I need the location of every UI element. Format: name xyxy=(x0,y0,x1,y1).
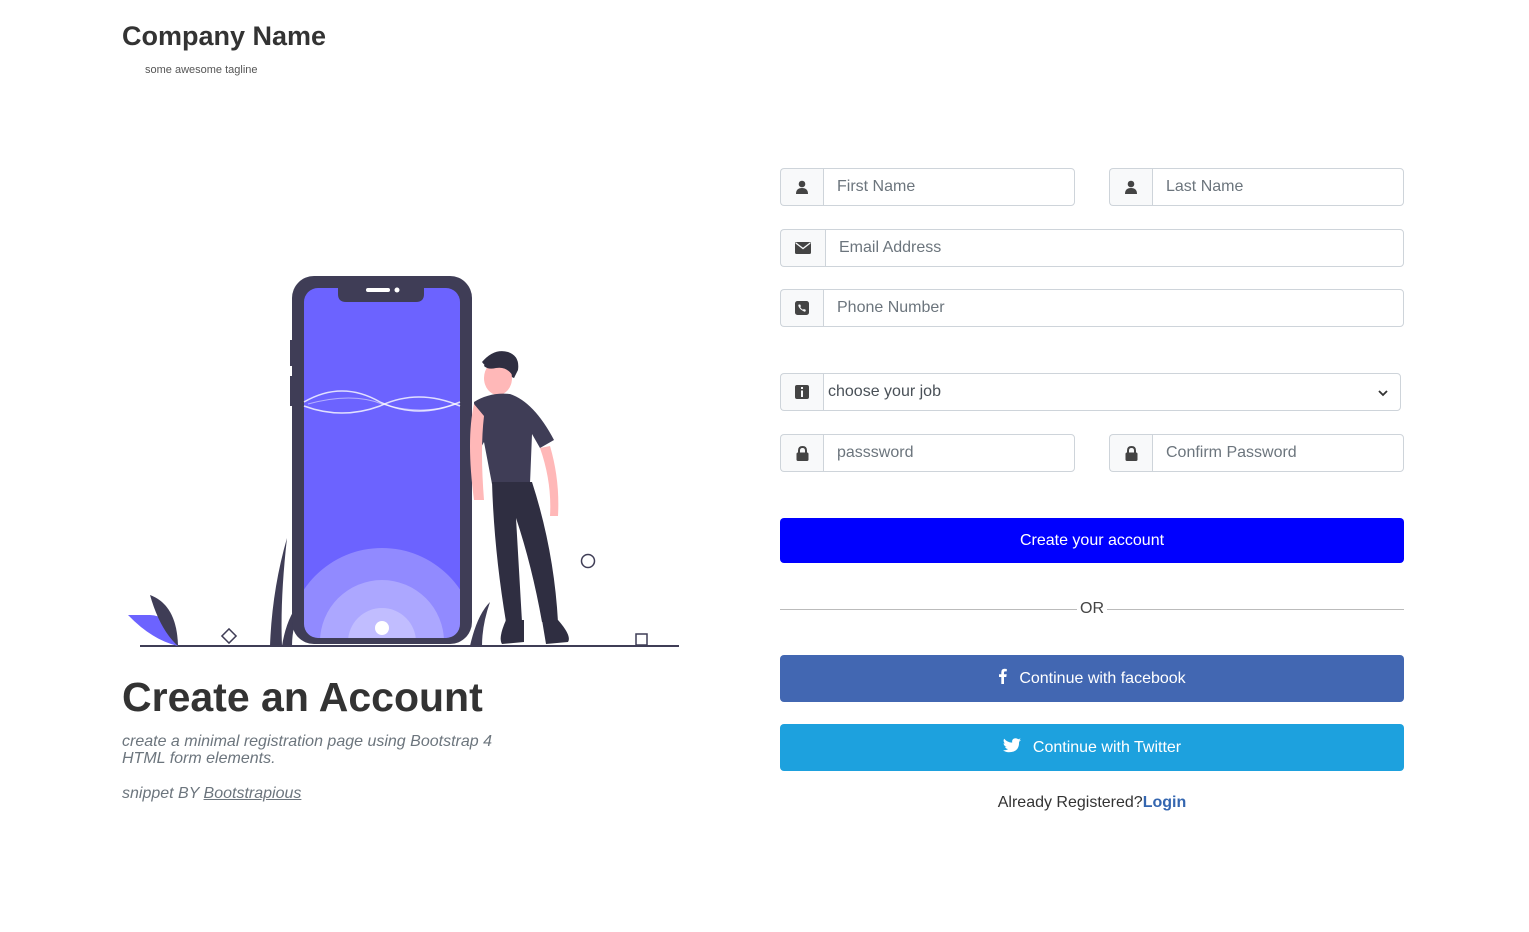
company-name[interactable]: Company Name xyxy=(122,20,326,52)
email-input[interactable] xyxy=(825,229,1404,267)
page-description: create a minimal registration page using… xyxy=(122,733,492,767)
lock-icon xyxy=(1109,434,1152,472)
confirm-password-input[interactable] xyxy=(1152,434,1404,472)
job-group: choose your job xyxy=(780,373,1401,411)
twitter-button[interactable]: Continue with Twitter xyxy=(780,724,1404,771)
first-name-input[interactable] xyxy=(823,168,1075,206)
confirm-password-group xyxy=(1109,434,1404,472)
job-select[interactable]: choose your job xyxy=(823,373,1401,411)
create-account-label: Create your account xyxy=(1019,531,1165,549)
user-icon xyxy=(1109,168,1152,206)
twitter-label: Continue with Twitter xyxy=(1032,738,1182,756)
login-link[interactable]: Login xyxy=(1143,794,1187,811)
company-tagline: some awesome tagline xyxy=(145,64,258,76)
twitter-icon xyxy=(1002,737,1021,758)
create-account-button[interactable]: Create your account xyxy=(780,518,1404,563)
signup-illustration xyxy=(122,270,692,655)
phone-group xyxy=(780,289,1404,327)
last-name-group xyxy=(1109,168,1404,206)
password-group xyxy=(780,434,1075,472)
phone-input[interactable] xyxy=(823,289,1404,327)
first-name-group xyxy=(780,168,1075,206)
hero-text: Create an Account create a minimal regis… xyxy=(122,672,542,804)
email-group xyxy=(780,229,1404,267)
lock-icon xyxy=(780,434,823,472)
envelope-icon xyxy=(780,229,825,267)
bootstrapious-link[interactable]: Bootstrapious xyxy=(204,785,302,802)
snippet-credit: snippet BY Bootstrapious xyxy=(122,784,542,804)
id-badge-icon xyxy=(780,373,823,411)
facebook-button[interactable]: Continue with facebook xyxy=(780,655,1404,702)
page-title: Create an Account xyxy=(122,674,483,720)
facebook-label: Continue with facebook xyxy=(1019,669,1186,687)
facebook-icon xyxy=(998,668,1008,689)
job-select-value: choose your job xyxy=(828,383,941,400)
brand: Company Name some awesome tagline xyxy=(122,20,326,77)
already-registered-text: Already Registered? xyxy=(997,794,1143,811)
last-name-input[interactable] xyxy=(1152,168,1404,206)
chevron-down-icon xyxy=(1378,384,1388,400)
or-divider: OR xyxy=(780,598,1404,620)
divider-line xyxy=(780,608,1077,610)
phone-square-icon xyxy=(780,289,823,327)
credit-prefix: snippet BY xyxy=(122,785,204,802)
user-icon xyxy=(780,168,823,206)
password-input[interactable] xyxy=(823,434,1075,472)
or-label: OR xyxy=(1080,600,1104,617)
divider-line xyxy=(1107,608,1404,610)
login-prompt: Already Registered?Login xyxy=(780,794,1404,812)
